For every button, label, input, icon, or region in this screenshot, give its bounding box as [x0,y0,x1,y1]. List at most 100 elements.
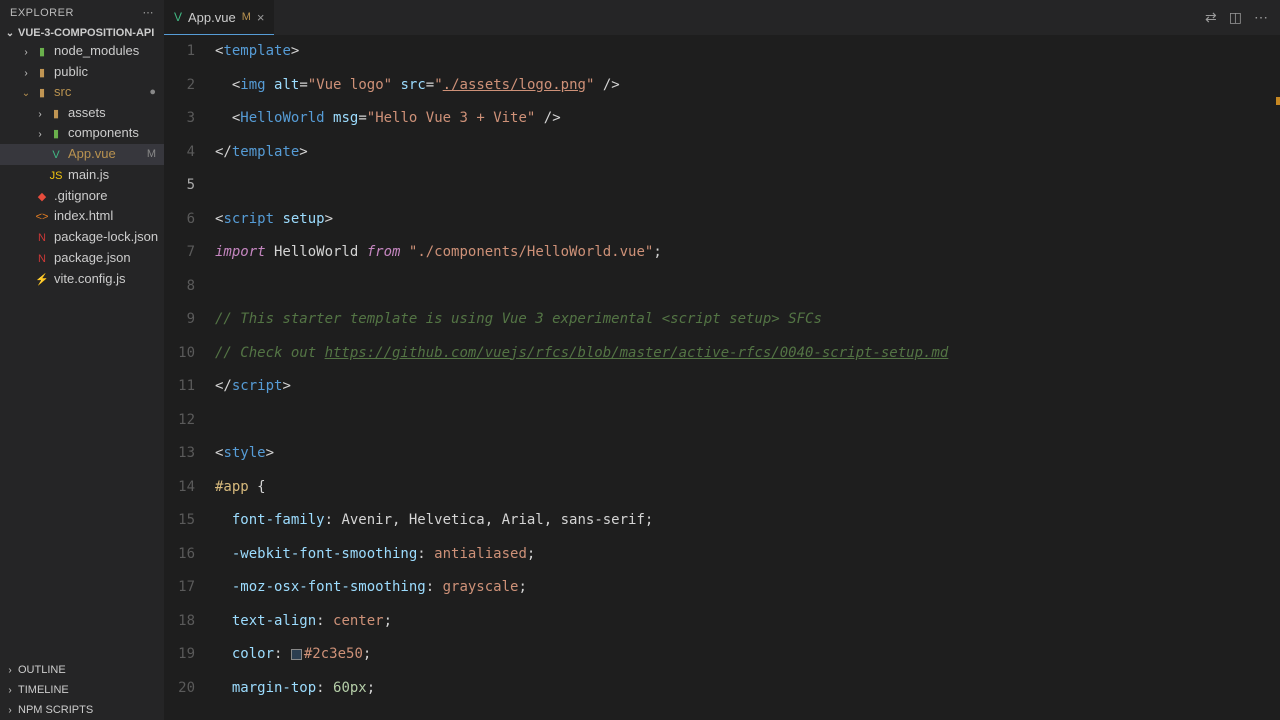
file-app-vue[interactable]: V App.vue M [0,144,164,165]
explorer-sidebar: EXPLORER ⋯ ⌄ VUE-3-COMPOSITION-API ›▮nod… [0,0,164,720]
tree-item-label: package-lock.json [54,229,158,244]
chevron-right-icon: › [4,705,16,716]
tree-item-label: node_modules [54,43,139,58]
folder-components[interactable]: ›▮components [0,123,164,144]
folder-node_modules[interactable]: ›▮ node_modules [0,41,164,62]
line-number: 9 [164,303,195,337]
code-line[interactable]: // Check out https://github.com/vuejs/rf… [209,337,1280,371]
panel-npm-scripts[interactable]: ›NPM SCRIPTS [0,700,164,720]
chevron-icon: › [34,109,46,120]
code-line[interactable]: text-align: center; [209,605,1280,639]
code-line[interactable]: import HelloWorld from "./components/Hel… [209,236,1280,270]
code-line[interactable] [209,270,1280,304]
line-number: 14 [164,471,195,505]
code-line[interactable]: // This starter template is using Vue 3 … [209,303,1280,337]
folder-icon: ▮ [48,105,64,121]
code-line[interactable]: #app { [209,471,1280,505]
git-icon: ◆ [34,188,50,204]
file--gitignore[interactable]: ◆ .gitignore [0,186,164,207]
close-icon[interactable]: × [257,10,265,25]
tree-item-label: components [68,125,139,140]
file-index-html[interactable]: <>index.html [0,206,164,227]
tab-app-vue[interactable]: V App.vue M × [164,0,274,35]
html-icon: <> [34,209,50,225]
folder-src[interactable]: ⌄▮src● [0,82,164,103]
panel-timeline[interactable]: ›TIMELINE [0,680,164,700]
code-line[interactable]: <HelloWorld msg="Hello Vue 3 + Vite" /> [209,102,1280,136]
line-number: 13 [164,437,195,471]
js-icon: ⚡ [34,272,50,288]
code-line[interactable]: font-family: Avenir, Helvetica, Arial, s… [209,504,1280,538]
folder-assets[interactable]: ›▮ assets [0,103,164,124]
line-number: 16 [164,538,195,572]
tab-modified-badge: M [242,11,251,23]
line-number: 8 [164,270,195,304]
modified-badge: ● [149,86,156,98]
code-line[interactable]: <style> [209,437,1280,471]
line-number: 1 [164,35,195,69]
code-line[interactable]: margin-top: 60px; [209,672,1280,706]
folder-icon: ▮ [34,44,50,60]
code-line[interactable]: </template> [209,136,1280,170]
line-number: 17 [164,571,195,605]
file-package-lock-json[interactable]: Npackage-lock.json [0,227,164,248]
vue-icon: V [48,147,64,163]
file-main-js[interactable]: JSmain.js [0,165,164,186]
ruler-mark [1276,97,1280,105]
tab-actions: ⇄ ◫ ⋯ [1205,9,1280,26]
code-line[interactable]: <img alt="Vue logo" src="./assets/logo.p… [209,69,1280,103]
tree-item-label: package.json [54,250,131,265]
line-number-gutter: 1234567891011121314151617181920 [164,35,209,720]
file-tree: ›▮node_modules›▮public⌄▮src●›▮assets›▮co… [0,41,164,660]
folder-public[interactable]: ›▮public [0,62,164,83]
tab-bar: V App.vue M × ⇄ ◫ ⋯ [164,0,1280,35]
code-line[interactable]: </script> [209,370,1280,404]
tree-item-label: .gitignore [54,188,107,203]
overview-ruler[interactable] [1276,35,1280,720]
npm-icon: N [34,251,50,267]
code-line[interactable]: <template> [209,35,1280,69]
file-vite-config-js[interactable]: ⚡ vite.config.js [0,269,164,290]
panel-outline[interactable]: ›OUTLINE [0,660,164,680]
code-line[interactable] [209,169,1280,203]
line-number: 19 [164,638,195,672]
explorer-title: EXPLORER [10,7,74,19]
modified-badge: M [147,148,156,160]
explorer-more-icon[interactable]: ⋯ [143,6,155,19]
explorer-header: EXPLORER ⋯ [0,0,164,25]
npm-icon: N [34,230,50,246]
line-number: 6 [164,203,195,237]
project-header[interactable]: ⌄ VUE-3-COMPOSITION-API [0,25,164,41]
code-line[interactable]: -moz-osx-font-smoothing: grayscale; [209,571,1280,605]
file-package-json[interactable]: Npackage.json [0,248,164,269]
collapsed-panels: ›OUTLINE›TIMELINE›NPM SCRIPTS [0,660,164,720]
tab-filename: App.vue [188,10,236,25]
tree-item-label: public [54,64,88,79]
chevron-down-icon: ⌄ [4,28,16,39]
code-line[interactable]: -webkit-font-smoothing: antialiased; [209,538,1280,572]
chevron-icon: › [20,47,32,58]
code-line[interactable]: color: #2c3e50; [209,638,1280,672]
chevron-right-icon: › [4,665,16,676]
js-icon: JS [48,168,64,184]
code-content[interactable]: <template> <img alt="Vue logo" src="./as… [209,35,1280,720]
color-swatch [291,649,302,660]
main-area: V App.vue M × ⇄ ◫ ⋯ 12345678910111213141… [164,0,1280,720]
tree-item-label: vite.config.js [54,271,126,286]
folder-icon: ▮ [34,64,50,80]
tree-item-label: src [54,84,71,99]
vue-icon: V [174,10,182,24]
code-line[interactable] [209,404,1280,438]
compare-icon[interactable]: ⇄ [1205,9,1217,26]
split-editor-icon[interactable]: ◫ [1229,9,1242,26]
more-actions-icon[interactable]: ⋯ [1254,9,1268,26]
line-number: 10 [164,337,195,371]
tree-item-label: App.vue [68,146,116,161]
tree-item-label: assets [68,105,106,120]
line-number: 12 [164,404,195,438]
line-number: 2 [164,69,195,103]
chevron-icon: › [34,129,46,140]
code-editor[interactable]: 1234567891011121314151617181920 <templat… [164,35,1280,720]
line-number: 11 [164,370,195,404]
code-line[interactable]: <script setup> [209,203,1280,237]
